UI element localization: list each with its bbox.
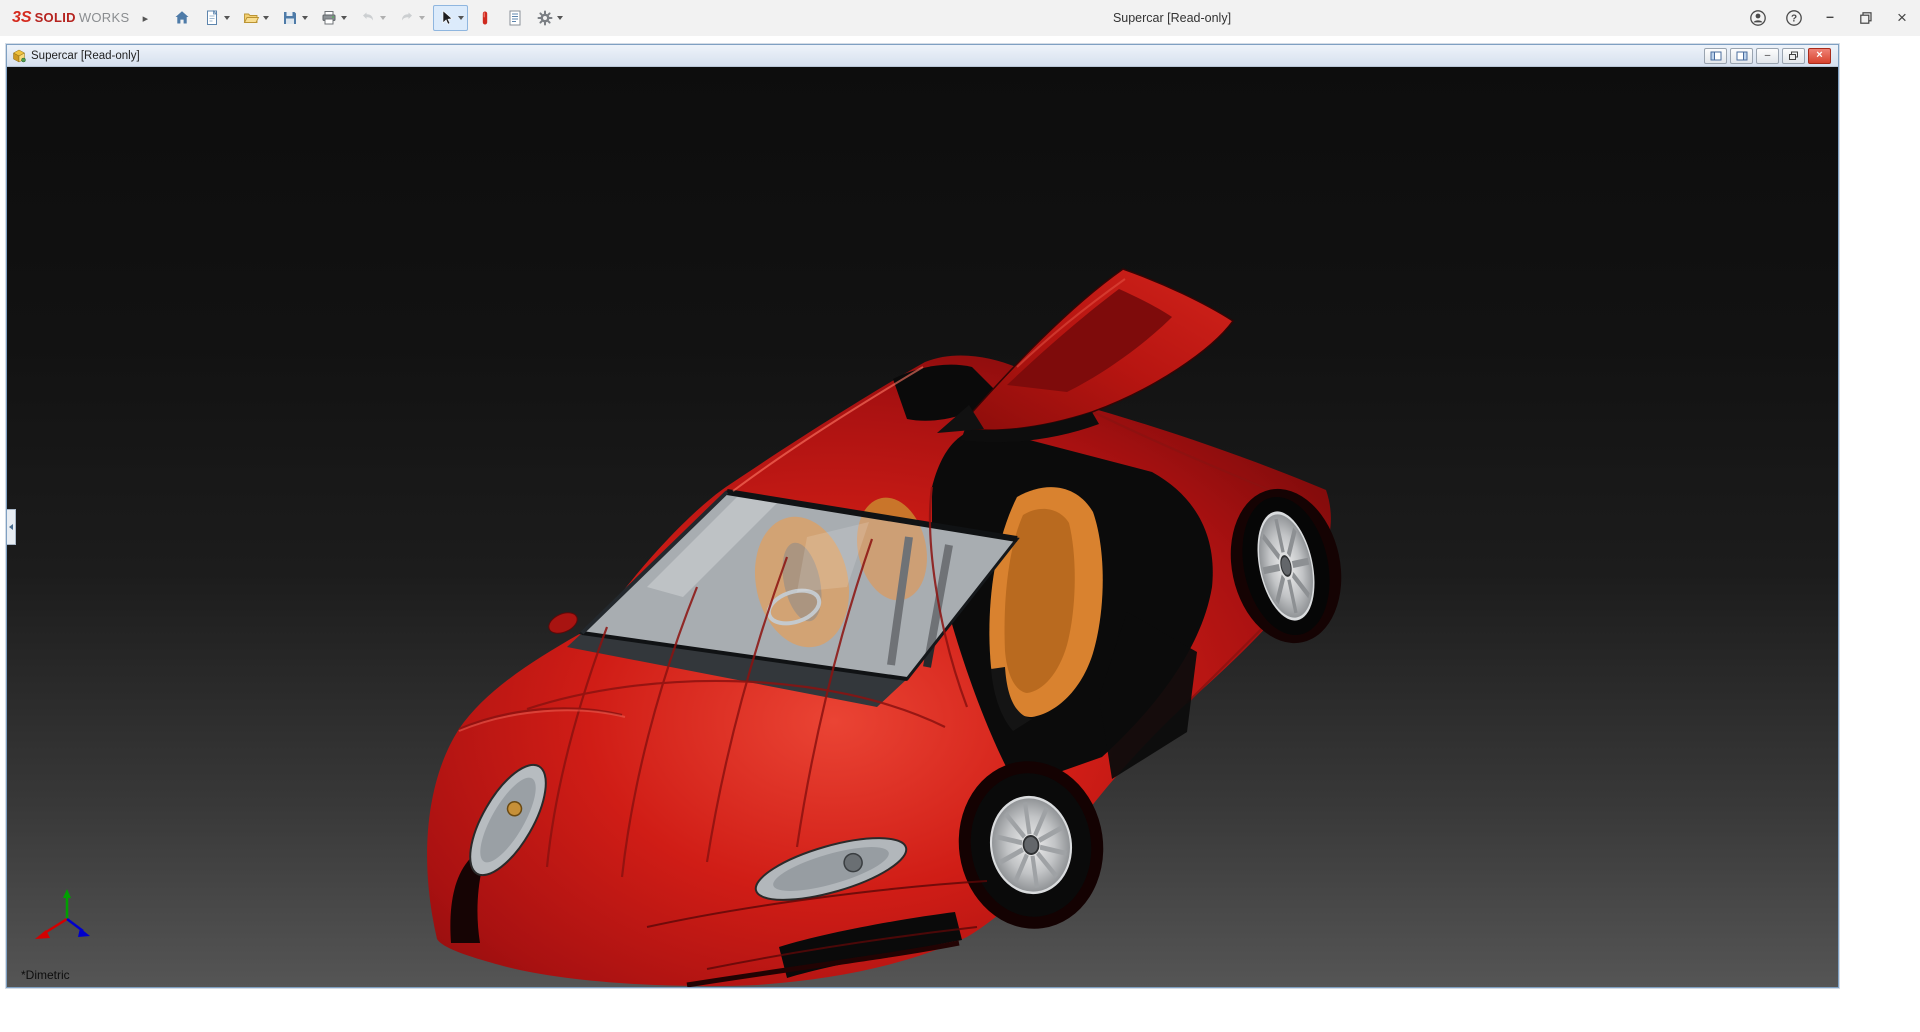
doc-close-button[interactable]: × [1808, 48, 1831, 64]
restore-icon [1857, 9, 1875, 27]
document-titlebar[interactable]: Supercar [Read-only] – [7, 45, 1838, 67]
doc-pane-button-2[interactable] [1730, 48, 1753, 64]
dropdown-caret-icon[interactable] [380, 16, 386, 20]
menu-expand-arrow-icon[interactable]: ▸ [135, 12, 155, 25]
app-window-title: Supercar [Read-only] [1113, 0, 1231, 36]
split-pane-right-icon [1736, 51, 1748, 61]
car-side-mirror[interactable] [546, 609, 581, 638]
print-button[interactable] [316, 5, 351, 31]
split-pane-left-icon [1710, 51, 1722, 61]
user-account-icon [1748, 8, 1768, 28]
triad-z-axis-icon [78, 928, 90, 937]
print-icon [320, 9, 338, 27]
dropdown-caret-icon[interactable] [302, 16, 308, 20]
restore-button[interactable] [1848, 0, 1884, 36]
orientation-triad[interactable] [33, 889, 113, 959]
document-title: Supercar [Read-only] [31, 50, 140, 62]
dropdown-caret-icon[interactable] [557, 16, 563, 20]
3d-viewport[interactable]: *Dimetric [7, 67, 1838, 987]
doc-restore-button[interactable] [1782, 48, 1805, 64]
quick-access-toolbar [169, 5, 567, 31]
save-icon [281, 9, 299, 27]
document-window-controls: – × [1704, 48, 1833, 64]
brand-text-solid: SOLID [35, 10, 76, 25]
assembly-document-icon [12, 49, 26, 63]
new-document-button[interactable] [199, 5, 234, 31]
home-button[interactable] [169, 5, 195, 31]
open-folder-icon [242, 9, 260, 27]
app-window-controls: ? – × [1740, 0, 1920, 36]
car-gullwing-door[interactable] [937, 269, 1233, 442]
feature-manager-collapse-button[interactable] [7, 509, 16, 545]
select-tool-button[interactable] [433, 5, 468, 31]
brand-text-works: WORKS [79, 10, 130, 25]
3ds-logo-icon: 3S [12, 9, 32, 27]
doc-pane-button-1[interactable] [1704, 48, 1727, 64]
doc-restore-icon [1788, 51, 1799, 61]
3dexperience-icon [476, 9, 494, 27]
view-orientation-label: *Dimetric [21, 968, 70, 982]
dropdown-caret-icon[interactable] [458, 16, 464, 20]
supercar-model[interactable] [7, 67, 1838, 987]
redo-icon [398, 9, 416, 27]
undo-icon [359, 9, 377, 27]
open-button[interactable] [238, 5, 273, 31]
app-titlebar: 3S SOLID WORKS ▸ [0, 0, 1920, 36]
3dexperience-button[interactable] [472, 5, 498, 31]
account-button[interactable] [1740, 0, 1776, 36]
dropdown-caret-icon[interactable] [263, 16, 269, 20]
select-cursor-icon [437, 9, 455, 27]
undo-button[interactable] [355, 5, 390, 31]
redo-button[interactable] [394, 5, 429, 31]
help-button[interactable]: ? [1776, 0, 1812, 36]
dropdown-caret-icon[interactable] [224, 16, 230, 20]
options-button[interactable] [532, 5, 567, 31]
minimize-button[interactable]: – [1812, 0, 1848, 36]
doc-minimize-button[interactable]: – [1756, 48, 1779, 64]
document-window: Supercar [Read-only] – [6, 44, 1839, 988]
file-properties-icon [506, 9, 524, 27]
triad-y-axis-icon [63, 889, 71, 898]
solidworks-logo: 3S SOLID WORKS [0, 9, 135, 27]
collapse-arrow-icon [9, 524, 13, 530]
file-properties-button[interactable] [502, 5, 528, 31]
dropdown-caret-icon[interactable] [419, 16, 425, 20]
home-icon [173, 9, 191, 27]
dropdown-caret-icon[interactable] [341, 16, 347, 20]
new-document-icon [203, 9, 221, 27]
save-button[interactable] [277, 5, 312, 31]
gear-icon [536, 9, 554, 27]
help-icon: ? [1784, 8, 1804, 28]
svg-text:?: ? [1791, 14, 1797, 25]
close-button[interactable]: × [1884, 0, 1920, 36]
